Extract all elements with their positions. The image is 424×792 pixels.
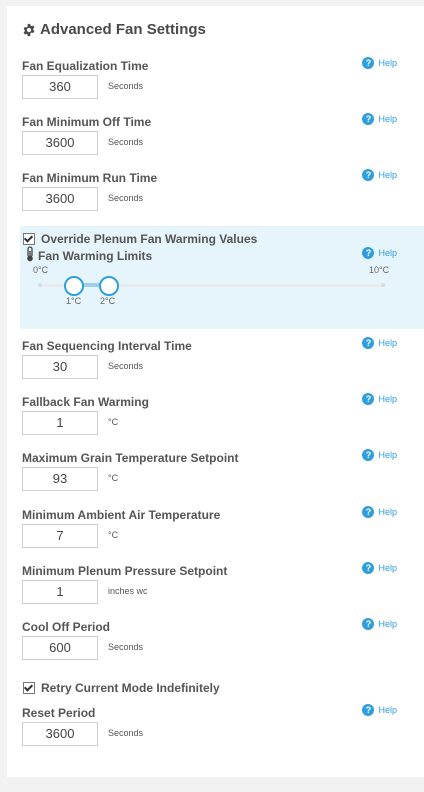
field-fan-equalization-time: Fan Equalization Time ? Help 360 Seconds	[0, 57, 424, 109]
question-icon: ?	[362, 57, 375, 69]
reset-period-input[interactable]: 3600	[22, 722, 98, 746]
field-cool-off-period: Cool Off Period ? Help 600 Seconds	[0, 618, 424, 670]
field-maximum-grain-temperature-setpoint: Maximum Grain Temperature Setpoint ? Help…	[0, 449, 424, 501]
field-reset-period: Reset Period ? Help 3600 Seconds	[0, 704, 424, 756]
unit-label: inches wc	[108, 586, 148, 596]
retry-checkbox-label: Retry Current Mode Indefinitely	[41, 681, 220, 695]
slider-high-handle[interactable]	[99, 276, 119, 296]
field-fallback-fan-warming: Fallback Fan Warming ? Help 1 °C	[0, 393, 424, 445]
slider-start-dot	[38, 283, 42, 287]
help-link[interactable]: ? Help	[362, 57, 397, 69]
question-icon: ?	[362, 618, 375, 630]
help-link[interactable]: ? Help	[362, 169, 397, 181]
fan-sequencing-interval-time-input[interactable]: 30	[22, 355, 98, 379]
unit-label: °C	[108, 417, 119, 427]
override-checkbox-label: Override Plenum Fan Warming Values	[41, 232, 258, 246]
question-icon: ?	[362, 704, 375, 716]
slider-max-label: 10°C	[369, 265, 390, 275]
override-checkbox-row[interactable]: Override Plenum Fan Warming Values	[23, 232, 257, 246]
gear-icon	[23, 23, 35, 36]
field-label: Maximum Grain Temperature Setpoint	[22, 451, 239, 465]
field-fan-minimum-run-time: Fan Minimum Run Time ? Help 3600 Seconds	[0, 169, 424, 221]
help-link[interactable]: ? Help	[362, 113, 397, 125]
unit-label: °C	[108, 473, 119, 483]
unit-label: °C	[108, 530, 119, 540]
retry-checkbox[interactable]	[23, 682, 35, 694]
unit-label: Seconds	[108, 137, 144, 147]
question-icon: ?	[362, 449, 375, 461]
field-label: Fan Minimum Off Time	[22, 115, 152, 129]
help-link[interactable]: ? Help	[362, 337, 397, 349]
slider-high-value: 2°C	[100, 296, 116, 306]
cool-off-period-input[interactable]: 600	[22, 636, 98, 660]
field-label: Fan Minimum Run Time	[22, 171, 158, 185]
fallback-fan-warming-input[interactable]: 1	[22, 411, 98, 435]
help-link[interactable]: ? Help	[362, 704, 397, 716]
field-label: Reset Period	[22, 706, 96, 720]
question-icon: ?	[362, 247, 375, 259]
question-icon: ?	[362, 393, 375, 405]
help-link[interactable]: ? Help	[362, 393, 397, 405]
field-label: Fan Sequencing Interval Time	[22, 339, 192, 353]
slider-low-value: 1°C	[66, 296, 82, 306]
unit-label: Seconds	[108, 193, 144, 203]
minimum-plenum-pressure-setpoint-input[interactable]: 1	[22, 580, 98, 604]
help-link[interactable]: ? Help	[362, 618, 397, 630]
field-label: Cool Off Period	[22, 620, 110, 634]
fan-minimum-off-time-input[interactable]: 3600	[22, 131, 98, 155]
question-icon: ?	[362, 562, 375, 574]
unit-label: Seconds	[108, 728, 144, 738]
question-icon: ?	[362, 337, 375, 349]
field-fan-minimum-off-time: Fan Minimum Off Time ? Help 3600 Seconds	[0, 113, 424, 165]
question-icon: ?	[362, 113, 375, 125]
fan-warming-limits-label: Fan Warming Limits	[38, 249, 153, 263]
unit-label: Seconds	[108, 361, 144, 371]
question-icon: ?	[362, 169, 375, 181]
question-icon: ?	[362, 506, 375, 518]
unit-label: Seconds	[108, 642, 144, 652]
field-minimum-ambient-air-temperature: Minimum Ambient Air Temperature ? Help 7 …	[0, 506, 424, 558]
thermometer-icon	[27, 246, 33, 262]
title-text: Advanced Fan Settings	[40, 21, 206, 38]
override-checkbox[interactable]	[23, 233, 35, 245]
maximum-grain-temperature-setpoint-input[interactable]: 93	[22, 467, 98, 491]
slider-end-dot	[381, 283, 385, 287]
field-label: Fallback Fan Warming	[22, 395, 149, 409]
field-fan-sequencing-interval-time: Fan Sequencing Interval Time ? Help 30 Se…	[0, 337, 424, 389]
field-label: Minimum Ambient Air Temperature	[22, 508, 221, 522]
retry-checkbox-row[interactable]: Retry Current Mode Indefinitely	[23, 681, 220, 695]
unit-label: Seconds	[108, 81, 144, 91]
help-link[interactable]: ? Help	[362, 506, 397, 518]
fan-minimum-run-time-input[interactable]: 3600	[22, 187, 98, 211]
minimum-ambient-air-temperature-input[interactable]: 7	[22, 524, 98, 548]
help-link[interactable]: ? Help	[362, 562, 397, 574]
field-label: Fan Equalization Time	[22, 59, 149, 73]
field-label: Minimum Plenum Pressure Setpoint	[22, 564, 228, 578]
field-minimum-plenum-pressure-setpoint: Minimum Plenum Pressure Setpoint ? Help 1…	[0, 562, 424, 614]
slider-min-label: 0°C	[33, 265, 49, 275]
page-title: Advanced Fan Settings	[22, 21, 206, 38]
help-link[interactable]: ? Help	[362, 449, 397, 461]
help-link[interactable]: ? Help	[362, 247, 397, 259]
fan-equalization-time-input[interactable]: 360	[22, 75, 98, 99]
slider-low-handle[interactable]	[64, 276, 84, 296]
